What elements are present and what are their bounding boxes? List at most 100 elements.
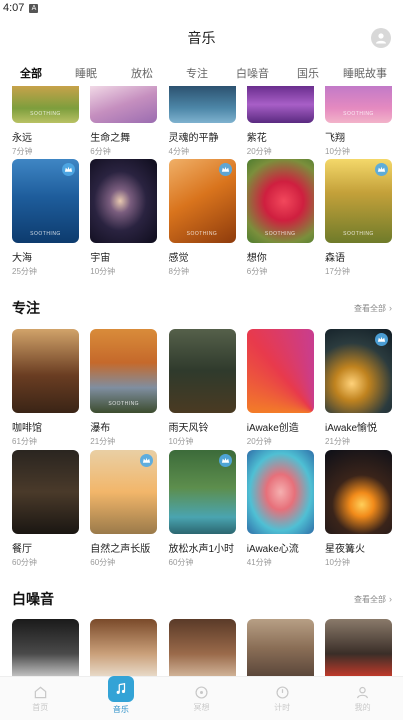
track-row: 咖啡馆 61分钟 SOOTHING 瀑布 21分钟 雨天风铃 10分钟 iAwa…	[12, 329, 392, 447]
track-card[interactable]: 自然之声长版 60分钟	[90, 450, 158, 568]
track-thumbnail	[168, 450, 236, 534]
track-card[interactable]: 星夜篝火 10分钟	[325, 450, 392, 568]
timer-icon	[276, 685, 289, 699]
track-card[interactable]: 餐厅 60分钟	[12, 450, 79, 568]
track-duration: 10分钟	[325, 147, 350, 156]
track-card[interactable]: SOOTHING 飞翔 10分钟	[325, 86, 392, 157]
category-tabs: 全部 睡眠 放松 专注 白噪音 国乐 睡眠故事	[0, 60, 403, 86]
track-card[interactable]: 放松水声1小时 60分钟	[168, 450, 236, 568]
track-duration: 20分钟	[246, 437, 272, 446]
nav-label: 音乐	[112, 705, 129, 714]
white-noise-section-header: 白噪音 查看全部 ›	[12, 589, 392, 609]
track-row: SOOTHING 大海 25分钟 宇宙 10分钟 SOOTHING 感觉 8分钟…	[12, 159, 392, 277]
brand-watermark: SOOTHING	[108, 401, 140, 407]
track-card[interactable]: iAwake创造 20分钟	[246, 329, 314, 447]
track-card[interactable]: SOOTHING 永远 7分钟	[12, 86, 79, 157]
track-card[interactable]: SOOTHING 感觉 8分钟	[168, 159, 236, 277]
track-duration: 60分钟	[168, 558, 194, 567]
tab-chinese-music[interactable]: 国乐	[297, 65, 319, 81]
nav-meditation[interactable]: 冥想	[171, 685, 231, 713]
track-card[interactable]	[90, 619, 158, 676]
track-title: 森语	[325, 253, 345, 264]
track-card[interactable]	[168, 619, 236, 676]
track-card[interactable]	[12, 619, 79, 676]
track-card[interactable]: iAwake心流 41分钟	[246, 450, 314, 568]
nav-label: 冥想	[193, 702, 210, 712]
track-thumbnail	[325, 619, 392, 676]
track-card[interactable]: 紫花 20分钟	[246, 86, 314, 157]
track-title: 雨天风铃	[168, 423, 209, 434]
crown-icon	[62, 163, 75, 176]
track-card[interactable]: 灵魂的平静 4分钟	[168, 86, 236, 157]
chevron-right-icon: ›	[389, 594, 392, 604]
track-thumbnail	[90, 619, 158, 676]
track-card[interactable]	[325, 619, 392, 676]
track-thumbnail: SOOTHING	[325, 86, 392, 123]
track-title: iAwake愉悦	[325, 423, 378, 434]
crown-icon	[375, 333, 388, 346]
crown-icon	[218, 454, 232, 467]
track-thumbnail: SOOTHING	[90, 329, 158, 413]
nav-label: 首页	[32, 702, 49, 712]
see-all-link[interactable]: 查看全部 ›	[354, 594, 392, 605]
track-card[interactable]: 宇宙 10分钟	[90, 159, 158, 277]
track-thumbnail	[12, 450, 79, 534]
track-card[interactable]: iAwake愉悦 21分钟	[325, 329, 392, 447]
brand-watermark: SOOTHING	[264, 231, 296, 237]
track-row: SOOTHING 永远 7分钟 生命之舞 6分钟 灵魂的平静 4分钟 紫花 20…	[12, 86, 392, 157]
content-scroll[interactable]: SOOTHING 永远 7分钟 生命之舞 6分钟 灵魂的平静 4分钟 紫花 20…	[0, 86, 403, 676]
track-title: iAwake心流	[246, 544, 299, 555]
app-header: 音乐	[0, 16, 403, 60]
track-card[interactable]: SOOTHING 大海 25分钟	[12, 159, 79, 277]
track-card[interactable]	[246, 619, 314, 676]
nav-label: 我的	[354, 702, 371, 712]
status-bar: 4:07 A	[0, 0, 403, 16]
profile-icon	[357, 686, 369, 698]
track-card[interactable]: SOOTHING 想你 6分钟	[246, 159, 314, 277]
tab-sleep[interactable]: 睡眠	[75, 65, 97, 81]
nav-label: 计时	[274, 702, 291, 712]
brand-watermark: SOOTHING	[343, 231, 374, 237]
nav-home[interactable]: 首页	[10, 685, 70, 713]
nav-music[interactable]: 音乐	[91, 676, 151, 715]
page-title: 音乐	[187, 30, 216, 46]
tab-sleep-stories[interactable]: 睡眠故事	[343, 65, 387, 81]
track-thumbnail	[90, 450, 158, 534]
avatar[interactable]	[371, 28, 391, 48]
user-icon	[376, 33, 386, 44]
track-card[interactable]: SOOTHING 瀑布 21分钟	[90, 329, 158, 447]
track-thumbnail	[12, 619, 79, 676]
section-title: 白噪音	[12, 591, 54, 607]
tab-focus[interactable]: 专注	[186, 65, 208, 81]
track-title: 飞翔	[325, 133, 345, 144]
nav-profile[interactable]: 我的	[333, 685, 393, 713]
tab-all[interactable]: 全部	[20, 65, 42, 81]
see-all-link[interactable]: 查看全部 ›	[354, 303, 392, 314]
track-duration: 21分钟	[325, 437, 350, 446]
tab-white-noise[interactable]: 白噪音	[236, 65, 269, 81]
track-title: 宇宙	[90, 253, 111, 264]
track-thumbnail	[246, 619, 314, 676]
track-duration: 6分钟	[90, 147, 111, 156]
home-icon	[34, 686, 47, 698]
track-thumbnail	[12, 329, 79, 413]
status-time: 4:07	[3, 2, 25, 14]
brand-watermark: SOOTHING	[30, 111, 61, 117]
track-card[interactable]: 雨天风铃 10分钟	[168, 329, 236, 447]
bottom-nav: 首页 音乐 冥想 计时 我的	[0, 676, 403, 720]
track-duration: 4分钟	[168, 147, 189, 156]
tab-relax[interactable]: 放松	[131, 65, 153, 81]
track-duration: 21分钟	[90, 437, 116, 446]
crown-icon	[140, 454, 154, 467]
track-card[interactable]: 咖啡馆 61分钟	[12, 329, 79, 447]
track-title: 感觉	[168, 253, 189, 264]
brand-watermark: SOOTHING	[343, 111, 374, 117]
track-duration: 25分钟	[12, 267, 37, 276]
nav-timer[interactable]: 计时	[252, 685, 312, 713]
section-title: 专注	[12, 300, 40, 316]
track-card[interactable]: SOOTHING 森语 17分钟	[325, 159, 392, 277]
track-title: 灵魂的平静	[168, 133, 219, 144]
track-thumbnail	[168, 619, 236, 676]
track-card[interactable]: 生命之舞 6分钟	[90, 86, 158, 157]
track-thumbnail: SOOTHING	[246, 159, 314, 243]
